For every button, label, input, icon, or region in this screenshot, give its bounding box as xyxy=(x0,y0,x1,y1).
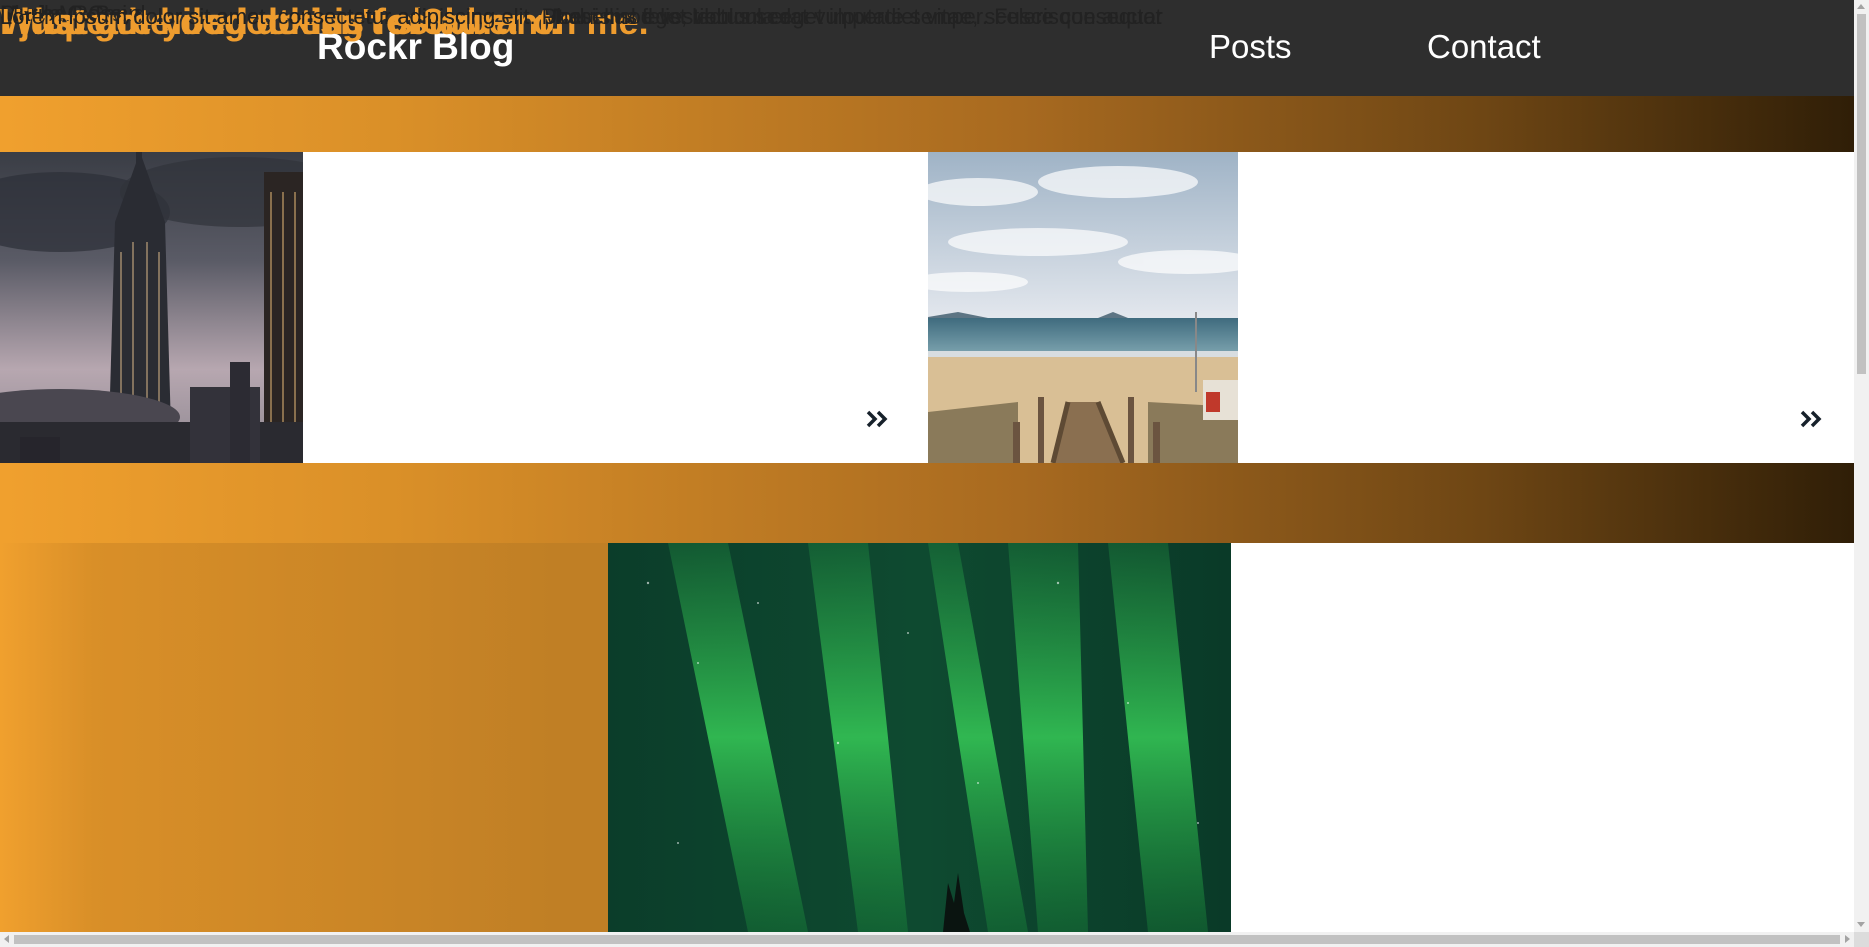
scroll-down-arrow-icon[interactable] xyxy=(1857,922,1865,927)
scroll-left-arrow-icon[interactable] xyxy=(4,935,9,943)
city-skyscraper-image[interactable] xyxy=(0,152,303,463)
nav-link-contact[interactable]: Contact xyxy=(1427,26,1541,68)
double-chevron-right-icon xyxy=(866,410,888,428)
nav-link-posts[interactable]: Posts xyxy=(1209,26,1292,68)
scroll-up-arrow-icon[interactable] xyxy=(1857,4,1865,9)
aurora-image[interactable] xyxy=(608,543,1231,932)
read-more-button[interactable] xyxy=(1800,410,1824,428)
post-card[interactable] xyxy=(928,152,1854,463)
horizontal-scroll-thumb[interactable] xyxy=(14,935,1840,944)
scroll-right-arrow-icon[interactable] xyxy=(1845,935,1850,943)
beach-boardwalk-image[interactable] xyxy=(928,152,1238,463)
post-card[interactable] xyxy=(0,152,928,463)
scrollbar-corner xyxy=(1854,932,1869,947)
vertical-scroll-thumb[interactable] xyxy=(1857,14,1866,374)
horizontal-scrollbar[interactable] xyxy=(0,932,1854,947)
vertical-scrollbar[interactable] xyxy=(1854,0,1869,932)
page-viewport: Rockr Blog Posts Contact Sheila C. Boyd … xyxy=(0,0,1854,932)
post-excerpt: Lorem ipsum dolor sit amet, consectetur … xyxy=(0,4,792,29)
double-chevron-right-icon xyxy=(1800,410,1822,428)
read-more-button[interactable] xyxy=(866,410,890,428)
post-card[interactable] xyxy=(608,543,1854,932)
